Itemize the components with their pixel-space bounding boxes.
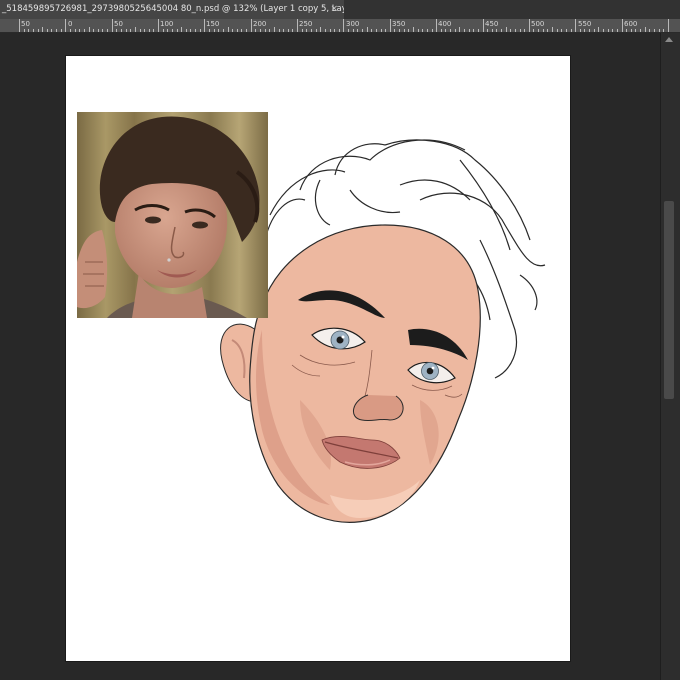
reference-photo-image (77, 112, 268, 318)
vertical-scrollbar[interactable] (660, 33, 680, 680)
reference-photo[interactable] (77, 112, 268, 318)
vector-portrait-illustration[interactable] (0, 0, 680, 680)
chevron-up-icon[interactable] (665, 37, 673, 42)
scrollbar-thumb[interactable] (664, 201, 674, 399)
nose-shape (353, 394, 404, 422)
